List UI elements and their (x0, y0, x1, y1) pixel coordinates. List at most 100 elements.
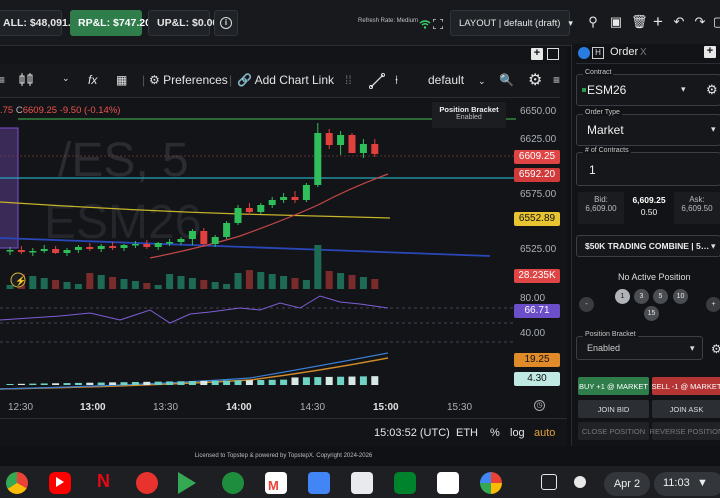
session-toggle[interactable]: ETH (456, 427, 478, 439)
candle[interactable] (280, 197, 288, 200)
close-position-button[interactable]: CLOSE POSITION (578, 422, 649, 440)
candle[interactable] (245, 208, 253, 212)
bracket-settings-icon[interactable]: ⚙ (711, 342, 720, 356)
candle[interactable] (29, 251, 37, 253)
candle[interactable] (97, 246, 105, 249)
trendline-tool-icon[interactable] (368, 72, 386, 92)
maximize-icon[interactable] (547, 48, 559, 60)
calendar-app-icon[interactable] (308, 472, 330, 494)
redo-icon[interactable]: ↷ (693, 15, 707, 29)
brush-icon[interactable]: ⚲ (586, 15, 600, 29)
drive-app-icon[interactable] (437, 472, 459, 494)
fib-tool-icon[interactable]: ⍿ (395, 73, 398, 88)
hamburger-icon[interactable]: ≡ (0, 73, 5, 87)
chart-menu-icon[interactable]: ≡ (553, 73, 560, 87)
buy-market-button[interactable]: BUY +1 @ MARKET (578, 377, 649, 395)
price-chart[interactable]: /ES, 5 ESM26 ⚡ (0, 98, 516, 398)
sell-market-button[interactable]: SELL -1 @ MARKET (652, 377, 720, 395)
trash-icon[interactable]: 🗑 (631, 15, 648, 29)
goto-realtime-icon[interactable]: ◷ (534, 400, 545, 411)
contract-settings-icon[interactable]: ⚙ (706, 82, 718, 98)
netflix-app-icon[interactable]: N (97, 471, 110, 492)
add-icon[interactable]: + (651, 13, 665, 30)
candle[interactable] (74, 247, 82, 250)
candle[interactable] (234, 208, 242, 223)
candle[interactable] (291, 197, 299, 200)
fullscreen-icon[interactable] (432, 16, 444, 34)
candle[interactable] (17, 250, 25, 252)
grid-layout-icon[interactable]: ▦ (116, 73, 127, 87)
candle[interactable] (348, 135, 356, 153)
photos-app-icon[interactable] (480, 472, 502, 494)
chrome-app-icon[interactable] (6, 472, 28, 494)
auto-toggle[interactable]: auto (534, 427, 555, 439)
join-bid-button[interactable]: JOIN BID (578, 400, 649, 418)
candle[interactable] (109, 246, 117, 248)
indicators-fx-icon[interactable]: fx (88, 73, 97, 87)
clipboard-icon[interactable] (541, 474, 557, 490)
candle[interactable] (154, 243, 162, 247)
date-pill[interactable]: Apr 2 (604, 472, 650, 496)
bolt-app-icon[interactable] (136, 472, 158, 494)
tab-order[interactable]: Order (610, 46, 638, 58)
add-chart-link-button[interactable]: 🔗 Add Chart Link (237, 73, 334, 87)
candle[interactable] (166, 242, 174, 244)
add-panel-icon[interactable]: + (704, 46, 716, 58)
candle[interactable] (40, 249, 48, 251)
chevron-down-icon[interactable]: ⌄ (62, 73, 70, 84)
account-select[interactable]: $50K TRADING COMBINE | 5… ▾ (576, 235, 720, 257)
qty-button[interactable]: 15 (644, 306, 659, 321)
reverse-position-button[interactable]: REVERSE POSITION (650, 422, 720, 440)
candle[interactable] (223, 223, 231, 237)
candle[interactable] (131, 244, 139, 246)
contract-select[interactable]: Contract ESM26 ▾ (576, 69, 720, 106)
drag-handle-icon[interactable]: ⁞⁞ (345, 73, 352, 87)
candle[interactable] (337, 135, 345, 145)
preferences-button[interactable]: ⚙ Preferences (149, 73, 228, 87)
decrease-qty-button[interactable]: - (579, 297, 594, 312)
candle[interactable] (359, 144, 367, 153)
contracts-input[interactable]: # of Contracts 1 (576, 147, 720, 186)
position-bracket-select[interactable]: Position Bracket Enabled ▾ (576, 331, 703, 360)
candle[interactable] (86, 247, 94, 249)
candle[interactable] (188, 231, 196, 239)
apps-grid-icon[interactable] (222, 472, 244, 494)
chart-settings-icon[interactable]: ⚙ (528, 70, 542, 90)
qty-button[interactable]: 3 (634, 289, 649, 304)
info-button[interactable]: i (214, 10, 238, 36)
candle[interactable] (371, 144, 379, 154)
candle[interactable] (314, 133, 322, 185)
candle[interactable] (200, 231, 208, 244)
qty-button[interactable]: 5 (653, 289, 668, 304)
candle[interactable] (211, 237, 219, 244)
save-icon[interactable]: ▣ (609, 15, 623, 29)
candle[interactable] (257, 205, 265, 212)
candle[interactable] (63, 250, 71, 253)
increase-qty-button[interactable]: + (706, 297, 720, 312)
candle[interactable] (143, 244, 151, 247)
layout-dropdown[interactable]: LAYOUT | default (draft) ▾ (450, 10, 573, 36)
candle[interactable] (325, 133, 333, 145)
candle[interactable] (302, 185, 310, 200)
add-panel-icon[interactable]: + (531, 48, 543, 60)
qty-button[interactable]: 1 (615, 289, 630, 304)
meet-app-icon[interactable] (394, 472, 416, 494)
info-circle-icon[interactable] (574, 476, 586, 488)
qty-button[interactable]: 10 (673, 289, 688, 304)
percent-toggle[interactable]: % (490, 427, 500, 439)
order-type-select[interactable]: Order Type Market ▾ (576, 109, 720, 146)
undo-icon[interactable]: ↶ (672, 15, 686, 29)
candle[interactable] (120, 245, 128, 248)
log-toggle[interactable]: log (510, 427, 525, 439)
candlestick-icon[interactable] (18, 73, 34, 90)
template-dropdown[interactable]: default ⌄ (428, 73, 486, 87)
join-ask-button[interactable]: JOIN ASK (652, 400, 720, 418)
candle[interactable] (177, 239, 185, 242)
candle[interactable] (52, 249, 60, 253)
files-app-icon[interactable] (351, 472, 373, 494)
candle[interactable] (268, 200, 276, 205)
window-icon[interactable]: ▢ (712, 15, 720, 29)
close-tab-icon[interactable]: X (640, 47, 647, 58)
play-store-app-icon[interactable] (178, 472, 196, 494)
zoom-icon[interactable]: 🔍 (499, 73, 514, 87)
